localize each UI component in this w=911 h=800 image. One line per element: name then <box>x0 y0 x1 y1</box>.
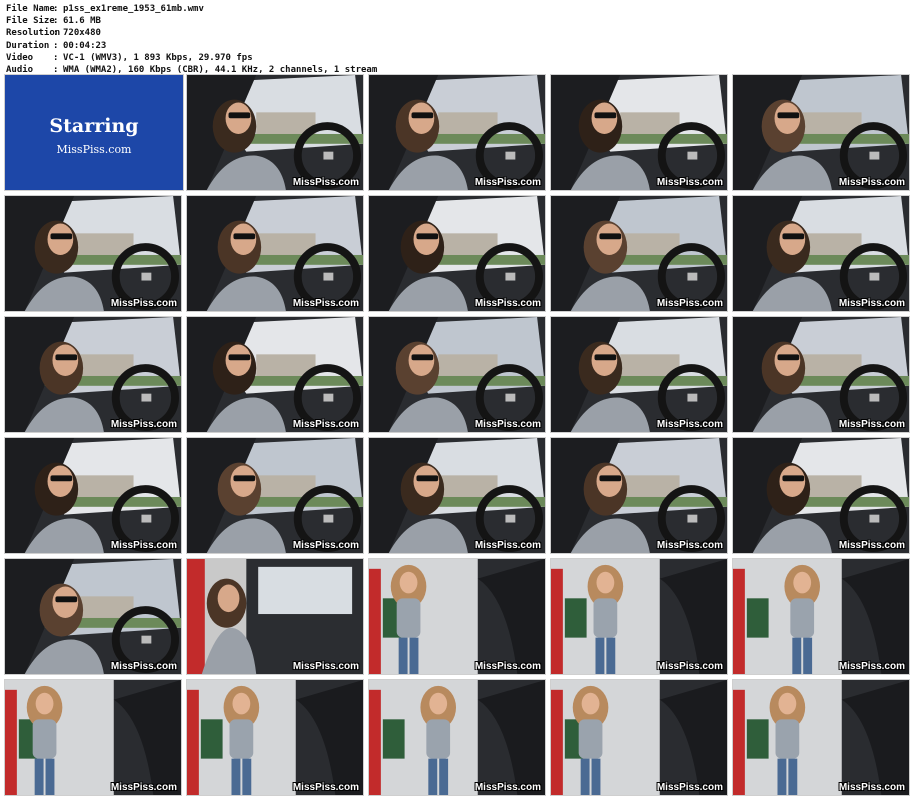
info-row: File Size:61.6 MB <box>6 15 377 27</box>
info-value: 00:04:23 <box>63 40 107 51</box>
watermark: MissPiss.com <box>474 298 541 309</box>
video-thumbnail: MissPiss.com <box>186 74 364 191</box>
video-thumbnail: MissPiss.com <box>186 437 364 554</box>
video-thumbnail: MissPiss.com <box>550 558 728 675</box>
info-key: File Name <box>6 4 55 14</box>
watermark: MissPiss.com <box>292 177 359 188</box>
video-thumbnail: MissPiss.com <box>732 195 910 312</box>
video-thumbnail: MissPiss.com <box>186 679 364 796</box>
info-row: Video: VC-1 (WMV3), 1 893 Kbps, 29.970 fp… <box>6 52 377 64</box>
info-row: Duration:00:04:23 <box>6 40 377 52</box>
video-thumbnail: MissPiss.com <box>4 679 182 796</box>
video-thumbnail: MissPiss.com <box>732 74 910 191</box>
watermark: MissPiss.com <box>292 782 359 793</box>
watermark: MissPiss.com <box>474 177 541 188</box>
watermark: MissPiss.com <box>110 661 177 672</box>
video-thumbnail: MissPiss.com <box>368 558 546 675</box>
video-thumbnail: MissPiss.com <box>550 316 728 433</box>
video-thumbnail: MissPiss.com <box>4 558 182 675</box>
watermark: MissPiss.com <box>838 419 905 430</box>
info-separator: : <box>53 4 59 14</box>
info-value: VC-1 (WMV3), 1 893 Kbps, 29.970 fps <box>63 52 253 63</box>
watermark: MissPiss.com <box>474 419 541 430</box>
info-separator: : <box>53 52 59 63</box>
watermark: MissPiss.com <box>292 298 359 309</box>
watermark: MissPiss.com <box>474 540 541 551</box>
info-key: Duration <box>6 40 50 51</box>
video-thumbnail: MissPiss.com <box>368 316 546 433</box>
video-thumbnail: MissPiss.com <box>368 74 546 191</box>
video-thumbnail: MissPiss.com <box>368 437 546 554</box>
info-value: p1ss_ex1reme_1953_61mb.wmv <box>63 4 204 14</box>
video-thumbnail: MissPiss.com <box>732 679 910 796</box>
video-thumbnail: MissPiss.com <box>550 195 728 312</box>
watermark: MissPiss.com <box>838 661 905 672</box>
info-key: Resolution <box>6 28 61 39</box>
intro-card: Starring MissPiss.com <box>4 74 184 191</box>
watermark: MissPiss.com <box>656 540 723 551</box>
watermark: MissPiss.com <box>292 661 359 672</box>
intro-subtitle: MissPiss.com <box>56 143 132 156</box>
watermark: MissPiss.com <box>292 540 359 551</box>
video-thumbnail: MissPiss.com <box>4 316 182 433</box>
watermark: MissPiss.com <box>110 419 177 430</box>
intro-title: Starring <box>49 115 139 137</box>
info-value: 61.6 MB <box>63 16 101 27</box>
watermark: MissPiss.com <box>656 298 723 309</box>
info-row: File Name: p1ss_ex1reme_1953_61mb.wmv <box>6 3 377 15</box>
watermark: MissPiss.com <box>474 661 541 672</box>
watermark: MissPiss.com <box>838 177 905 188</box>
video-thumbnail: MissPiss.com <box>368 679 546 796</box>
video-thumbnail: MissPiss.com <box>550 437 728 554</box>
video-thumbnail: MissPiss.com <box>550 74 728 191</box>
video-thumbnail: MissPiss.com <box>368 195 546 312</box>
info-separator: : <box>53 28 59 39</box>
video-thumbnail: MissPiss.com <box>186 558 364 675</box>
info-key: File Size <box>6 16 55 27</box>
watermark: MissPiss.com <box>838 298 905 309</box>
watermark: MissPiss.com <box>838 782 905 793</box>
thumbnail-grid: Starring MissPiss.com MissPiss.com MissP… <box>2 74 910 798</box>
watermark: MissPiss.com <box>656 661 723 672</box>
watermark: MissPiss.com <box>110 298 177 309</box>
watermark: MissPiss.com <box>110 540 177 551</box>
file-info: File Name: p1ss_ex1reme_1953_61mb.wmv File… <box>6 3 377 76</box>
info-separator: : <box>53 40 59 51</box>
info-separator: : <box>53 16 59 27</box>
watermark: MissPiss.com <box>474 782 541 793</box>
watermark: MissPiss.com <box>110 782 177 793</box>
video-thumbnail: MissPiss.com <box>550 679 728 796</box>
info-value: 720x480 <box>63 28 101 39</box>
watermark: MissPiss.com <box>656 419 723 430</box>
watermark: MissPiss.com <box>656 782 723 793</box>
info-row: Resolution:720x480 <box>6 27 377 39</box>
video-thumbnail: MissPiss.com <box>4 195 182 312</box>
watermark: MissPiss.com <box>656 177 723 188</box>
video-thumbnail: MissPiss.com <box>732 558 910 675</box>
watermark: MissPiss.com <box>838 540 905 551</box>
video-thumbnail: MissPiss.com <box>4 437 182 554</box>
video-thumbnail: MissPiss.com <box>186 195 364 312</box>
video-thumbnail: MissPiss.com <box>732 316 910 433</box>
video-thumbnail: MissPiss.com <box>186 316 364 433</box>
info-key: Video <box>6 52 34 63</box>
watermark: MissPiss.com <box>292 419 359 430</box>
video-thumbnail: MissPiss.com <box>732 437 910 554</box>
